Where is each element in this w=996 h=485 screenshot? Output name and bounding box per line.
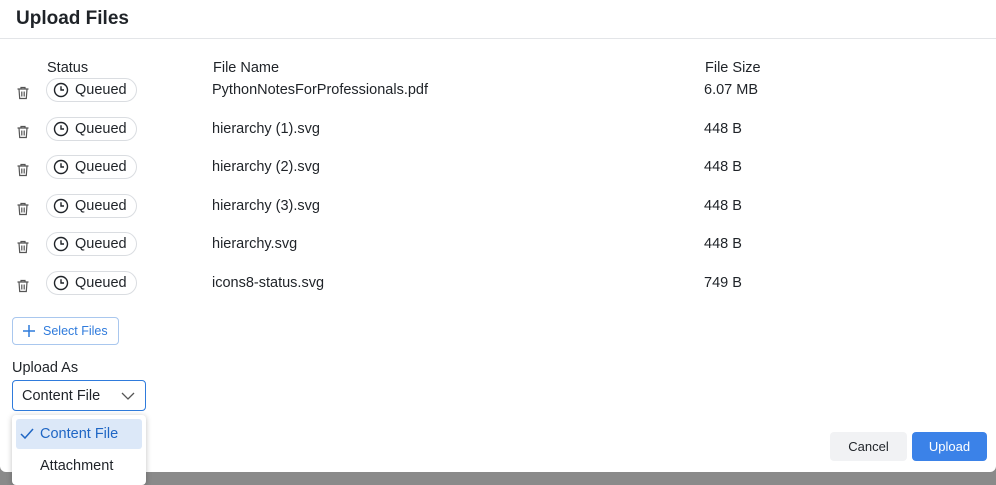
plus-icon (23, 325, 35, 337)
clock-icon (53, 237, 69, 252)
file-name: icons8-status.svg (212, 274, 325, 291)
trash-icon[interactable] (15, 85, 31, 101)
table-row: Queued PythonNotesForProfessionals.pdf 6… (0, 74, 996, 113)
dropdown-option-content-file[interactable]: Content File (16, 419, 142, 449)
upload-as-label: Upload As (12, 360, 79, 376)
clock-icon (53, 159, 69, 175)
dropdown-option-attachment[interactable]: Attachment (16, 451, 142, 481)
file-size: 448 B (704, 197, 742, 214)
status-text: Queued (75, 236, 127, 253)
dialog-header: Upload Files (0, 0, 996, 39)
upload-as-selected-value: Content File (22, 387, 101, 404)
status-badge: Queued (46, 193, 137, 218)
file-name: hierarchy.svg (212, 236, 298, 253)
file-name: PythonNotesForProfessionals.pdf (212, 82, 428, 98)
clock-icon (53, 198, 69, 213)
upload-as-dropdown-menu: Content File Attachment (12, 415, 146, 485)
status-badge: Queued (46, 116, 137, 141)
select-files-button[interactable]: Select Files (12, 317, 119, 345)
chevron-down-icon (121, 392, 135, 400)
select-files-label: Select Files (43, 324, 108, 338)
clock-icon (53, 82, 69, 98)
table-row: Queued hierarchy.svg 448 B (0, 228, 996, 267)
trash-icon[interactable] (15, 124, 31, 140)
status-badge: Queued (46, 270, 137, 295)
status-text: Queued (75, 274, 127, 291)
dropdown-option-label: Attachment (40, 458, 114, 474)
upload-button[interactable]: Upload (912, 432, 987, 461)
file-size: 749 B (704, 274, 742, 291)
file-name: hierarchy (2).svg (212, 159, 320, 176)
status-text: Queued (75, 82, 127, 98)
file-size: 448 B (704, 159, 742, 176)
trash-icon[interactable] (15, 239, 31, 255)
dialog-title: Upload Files (16, 8, 129, 29)
table-row: Queued icons8-status.svg 749 B (0, 267, 996, 306)
file-name: hierarchy (1).svg (212, 120, 320, 137)
trash-icon[interactable] (15, 278, 31, 294)
table-header: Status File Name File Size (0, 40, 996, 76)
file-size: 6.07 MB (704, 82, 758, 98)
cancel-button[interactable]: Cancel (830, 432, 907, 461)
dropdown-option-label: Content File (40, 426, 119, 442)
table-row: Queued hierarchy (3).svg 448 B (0, 190, 996, 229)
status-badge: Queued (46, 78, 137, 102)
status-badge: Queued (46, 232, 137, 257)
file-name: hierarchy (3).svg (212, 197, 320, 214)
status-text: Queued (75, 159, 127, 176)
clock-icon (53, 275, 69, 291)
table-row: Queued hierarchy (2).svg 448 B (0, 151, 996, 190)
status-badge: Queued (46, 155, 137, 180)
trash-icon[interactable] (15, 201, 31, 217)
file-size: 448 B (704, 236, 742, 253)
table-row: Queued hierarchy (1).svg 448 B (0, 113, 996, 152)
check-icon (20, 428, 34, 439)
upload-files-dialog: Upload Files Status File Name File Size … (0, 0, 996, 472)
upload-as-select[interactable]: Content File (12, 380, 146, 411)
status-text: Queued (75, 120, 127, 137)
file-size: 448 B (704, 120, 742, 137)
trash-icon[interactable] (15, 162, 31, 178)
file-table: Status File Name File Size Queued Python… (0, 40, 996, 306)
clock-icon (53, 121, 69, 136)
status-text: Queued (75, 197, 127, 214)
